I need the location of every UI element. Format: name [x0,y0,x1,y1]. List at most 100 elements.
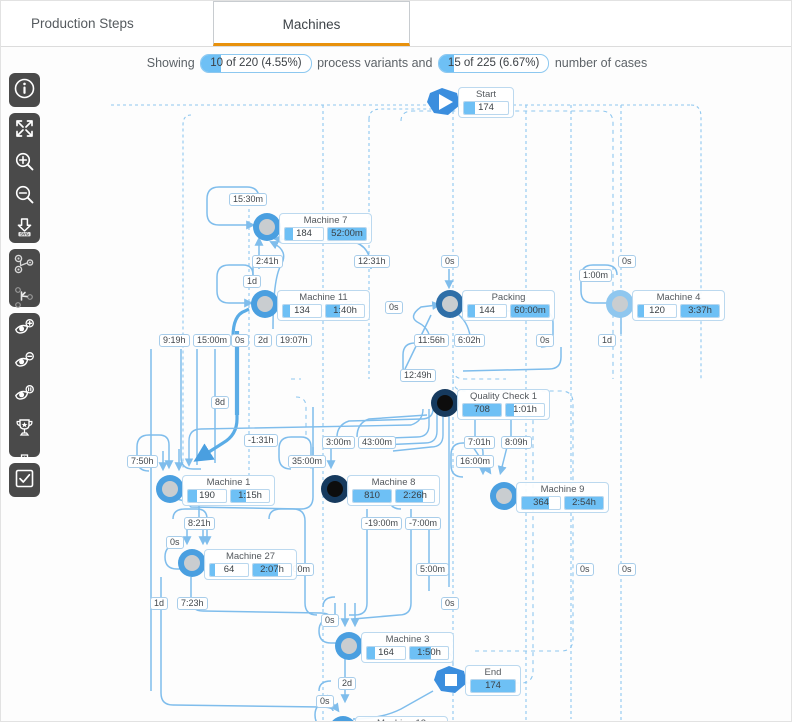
node-duration-box: 52:00m [327,227,367,241]
start-name: Start [475,89,497,100]
edge-label: 9:19h [159,334,190,347]
node-name: Machine 11 [299,292,348,303]
node-ring [178,549,206,577]
edge-label: 43:00m [358,436,397,449]
node-count: 364 [533,497,549,508]
start-count: 174 [478,102,494,113]
edge-label: 0s [536,334,554,347]
node-count-box: 134 [282,304,322,318]
edge-label: 0s [321,614,339,627]
edge-label: -19:00m [361,517,403,530]
node-duration-box: 1:15h [230,489,270,503]
node-count: 64 [223,564,235,575]
node-label-box: Machine 3 164 1:50h [361,632,454,663]
edge-label: 1d [243,275,262,288]
node-name: Quality Check 1 [469,391,538,402]
node-name: Machine 4 [656,292,701,303]
node-name: Machine 1 [206,477,251,488]
node-ring [321,475,349,503]
node-duration-box: 1:01h [505,403,545,417]
start-count-box: 174 [463,101,509,115]
node-name: Machine 8 [371,477,416,488]
edge-label: 12:49h [400,369,436,382]
node-name: Machine 3 [385,634,430,645]
node-duration: 2:07h [260,564,284,575]
node-duration: 2:26h [403,490,427,501]
process-graph-canvas[interactable]: Start 174 End 174 Machine 7 184 52:00m M… [1,79,791,721]
edge-label: 1d [598,334,617,347]
edge-label: 1:00m [579,269,613,282]
node-ring [156,475,184,503]
showing-middle: process variants and [317,56,433,70]
edge-label: 12:31h [354,255,390,268]
edge-label: -1:31h [244,434,278,447]
edge-label: 3:00m [322,436,356,449]
node-count-box: 708 [462,403,502,417]
node-ring [606,290,634,318]
node-count: 708 [474,404,490,415]
edge-label: 0s [576,563,594,576]
showing-suffix: number of cases [554,56,648,70]
edge-label: 8:09h [501,436,532,449]
edge-label: 7:01h [464,436,495,449]
node-count: 120 [649,305,665,316]
end-stop-icon [434,666,467,693]
variants-pill-label: 10 of 220 (4.55%) [210,57,302,70]
variants-filter-pill[interactable]: 10 of 220 (4.55%) [200,54,312,74]
node-label-box: Machine 9 364 2:54h [516,482,609,513]
node-label-box: Machine 12541:30h [355,716,448,721]
edge-label: 8d [211,396,230,409]
node-duration-box: 1:50h [409,646,449,660]
edge-label: 0s [441,255,459,268]
node-duration: 3:37h [688,305,712,316]
node-count-box: 120 [637,304,677,318]
edge-label: 2:41h [252,255,283,268]
node-label-box: Machine 11 134 1:40h [277,290,370,321]
tab-machines[interactable]: Machines [213,1,410,46]
node-count-box: 184 [284,227,324,241]
node-name: Packing [491,292,526,303]
edge-label: 2d [338,677,357,690]
edge-label: 0s [166,536,184,549]
showing-prefix: Showing [146,56,195,70]
node-count-box: 144 [467,304,507,318]
node-label-box: Quality Check 1 708 1:01h [457,389,550,420]
node-duration: 1:50h [417,647,441,658]
node-duration: 60:00m [514,305,546,316]
edge-label: 0s [385,301,403,314]
node-duration: 1:15h [238,490,262,501]
end-label-box: End 174 [465,665,521,696]
node-name: Machine 12 [360,718,443,721]
node-duration-box: 3:37h [680,304,720,318]
edge-label: 16:00m [456,455,495,468]
edge-label: 11:56h [414,334,449,347]
edge-label: 0s [231,334,249,347]
node-ring [490,482,518,510]
tab-production-steps[interactable]: Production Steps [13,1,213,46]
edge-label: 2d [254,334,273,347]
edge-label: 0s [316,695,334,708]
edge-label: 7:50h [127,455,158,468]
edge-label: 6:02h [454,334,485,347]
end-count-box: 174 [470,679,516,693]
node-label-box: Packing 144 60:00m [462,290,555,321]
node-duration-box: 2:54h [564,496,604,510]
cases-filter-pill[interactable]: 15 of 225 (6.67%) [437,54,550,74]
node-label-box: Machine 7 184 52:00m [279,213,372,244]
node-count-box: 364 [521,496,561,510]
node-count-box: 64 [209,563,249,577]
edge-label: 5:00m [416,563,450,576]
node-duration: 1:01h [513,404,537,415]
node-duration: 52:00m [331,228,363,239]
edge-label: 7:23h [177,597,208,610]
node-ring [335,632,363,660]
cases-pill-label: 15 of 225 (6.67%) [447,57,540,70]
node-count-box: 164 [366,646,406,660]
node-name: Machine 27 [225,551,276,562]
node-duration-box: 2:26h [395,489,435,503]
node-ring [431,389,459,417]
node-count: 164 [378,647,394,658]
node-name: Machine 9 [540,484,585,495]
node-label-box: Machine 27 64 2:07h [204,549,297,580]
showing-summary: Showing 10 of 220 (4.55%) process varian… [1,47,791,79]
